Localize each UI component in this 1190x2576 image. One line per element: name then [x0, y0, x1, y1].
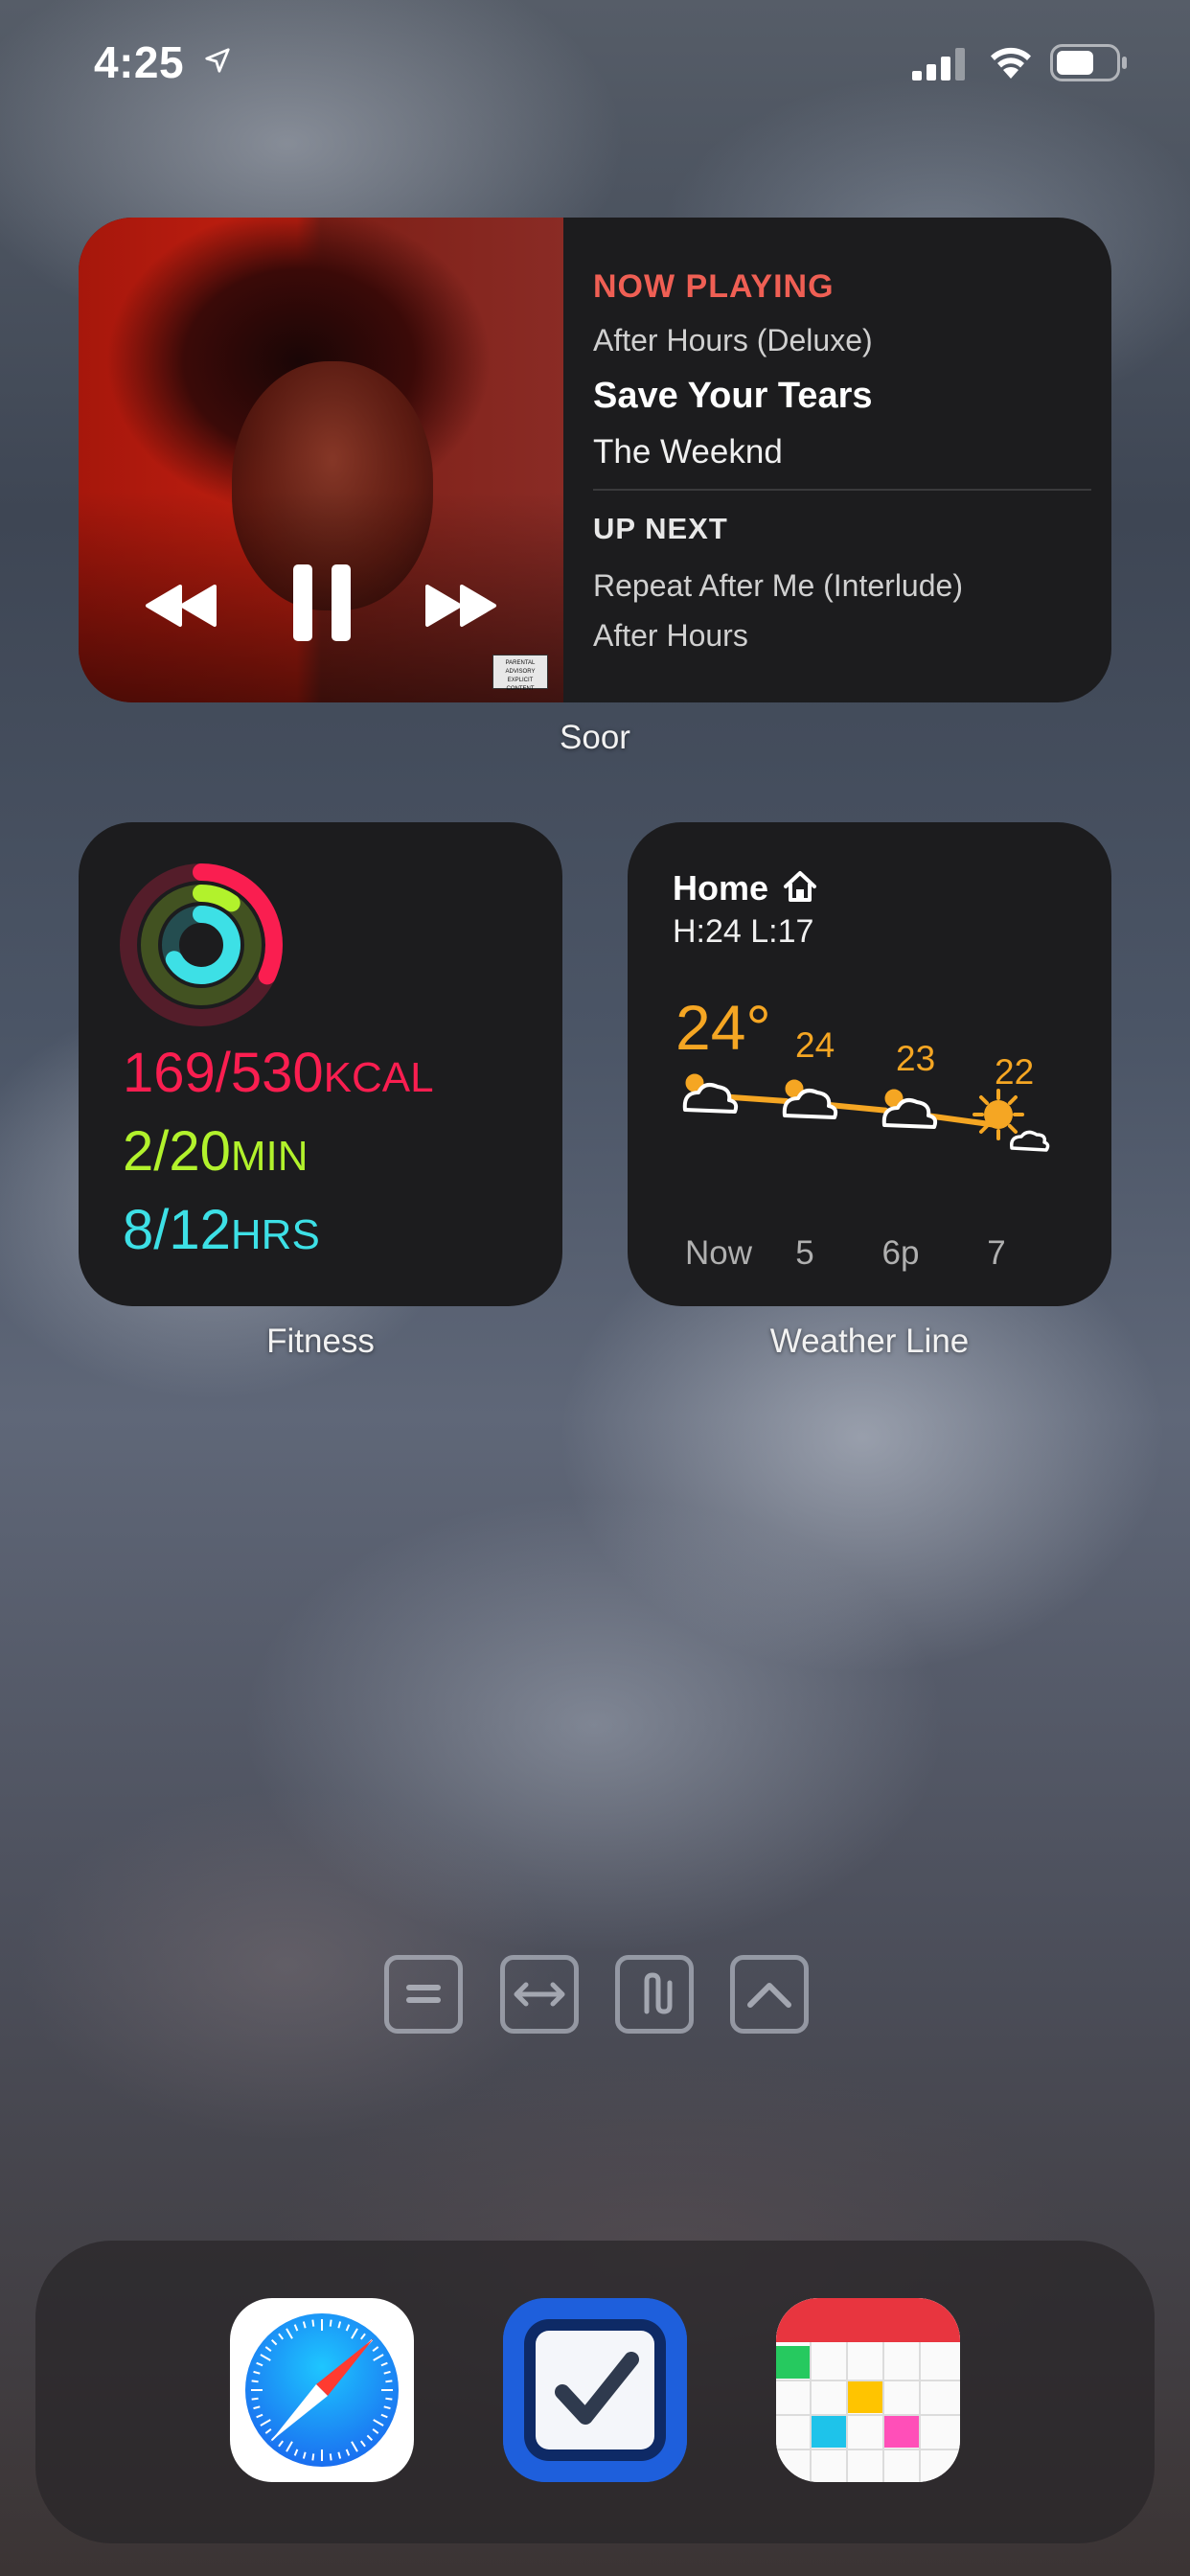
chevron-up-icon[interactable]	[730, 1955, 809, 2034]
mostly-sunny-icon	[973, 1089, 1050, 1152]
menu-lines-icon[interactable]	[384, 1955, 463, 2034]
now-playing-widget[interactable]: PARENTAL ADVISORY EXPLICIT CONTENT NOW P…	[79, 218, 1111, 702]
fantastical-app-icon[interactable]	[776, 2298, 960, 2482]
forecast-time-5: 5	[795, 1234, 814, 1272]
stand-stat: 8/12HRS	[123, 1198, 320, 1262]
pause-icon[interactable]	[291, 563, 353, 643]
safari-app-icon[interactable]	[230, 2298, 414, 2482]
forecast-time-now: Now	[684, 1234, 753, 1272]
paperclip-icon[interactable]	[615, 1955, 694, 2034]
partly-cloudy-icon	[682, 1070, 739, 1114]
horizontal-arrows-icon[interactable]	[500, 1955, 579, 2034]
parental-advisory-label: PARENTAL ADVISORY EXPLICIT CONTENT	[492, 655, 548, 692]
now-playing-widget-label: Soor	[560, 719, 630, 756]
move-unit: KCAL	[323, 1054, 434, 1101]
exercise-value: 2/20	[123, 1120, 231, 1183]
fast-forward-icon[interactable]	[422, 582, 498, 630]
move-value: 169/530	[123, 1042, 324, 1104]
divider	[593, 489, 1091, 491]
page-indicator	[0, 1955, 1190, 2036]
artist-name: The Weeknd	[593, 433, 783, 471]
calendar-grid-icon	[776, 2298, 960, 2482]
weather-line-widget[interactable]: Home H:24 L:17 24° 24 23 22 Now 5 6p 7	[628, 822, 1111, 1306]
up-next-song: Repeat After Me (Interlude)	[593, 568, 963, 603]
compass-tick	[251, 2380, 259, 2383]
partly-cloudy-icon	[782, 1076, 838, 1119]
tasks-app-icon[interactable]	[503, 2298, 687, 2482]
fitness-widget-label: Fitness	[266, 1322, 375, 1360]
album-name: After Hours (Deluxe)	[593, 323, 873, 357]
compass-tick	[311, 2453, 315, 2461]
compass-tick	[329, 2319, 332, 2327]
compass-tick	[251, 2397, 259, 2401]
rewind-icon[interactable]	[144, 582, 220, 630]
wifi-icon	[991, 47, 1031, 79]
partly-cloudy-icon	[881, 1086, 938, 1129]
now-playing-info: NOW PLAYING After Hours (Deluxe) Save Yo…	[593, 218, 1111, 702]
compass-icon	[245, 2313, 399, 2467]
compass-tick	[385, 2397, 393, 2401]
cellular-signal-icon	[912, 48, 965, 80]
up-next-album: After Hours	[593, 618, 748, 653]
stand-value: 8/12	[123, 1199, 231, 1261]
compass-tick	[385, 2380, 393, 2383]
battery-icon	[1050, 44, 1127, 81]
exercise-unit: MIN	[230, 1133, 309, 1180]
checkbox-check-icon	[503, 2298, 687, 2482]
stand-unit: HRS	[230, 1211, 320, 1258]
weather-widget-label: Weather Line	[769, 1322, 970, 1360]
exercise-stat: 2/20MIN	[123, 1119, 309, 1184]
compass-tick	[311, 2319, 315, 2327]
track-title: Save Your Tears	[593, 376, 873, 416]
location-arrow-icon	[205, 48, 230, 73]
fitness-widget[interactable]: 169/530KCAL 2/20MIN 8/12HRS	[79, 822, 562, 1306]
now-playing-header: NOW PLAYING	[593, 268, 835, 305]
forecast-time-6p: 6p	[881, 1234, 920, 1272]
dock	[35, 2241, 1155, 2543]
playback-controls	[79, 563, 563, 658]
activity-rings-icon	[120, 863, 283, 1026]
status-time: 4:25	[94, 37, 185, 87]
forecast-time-7: 7	[987, 1234, 1006, 1272]
status-bar: 4:25	[0, 0, 1190, 125]
move-stat: 169/530KCAL	[123, 1041, 434, 1105]
compass-tick	[329, 2453, 332, 2461]
up-next-header: UP NEXT	[593, 512, 728, 545]
